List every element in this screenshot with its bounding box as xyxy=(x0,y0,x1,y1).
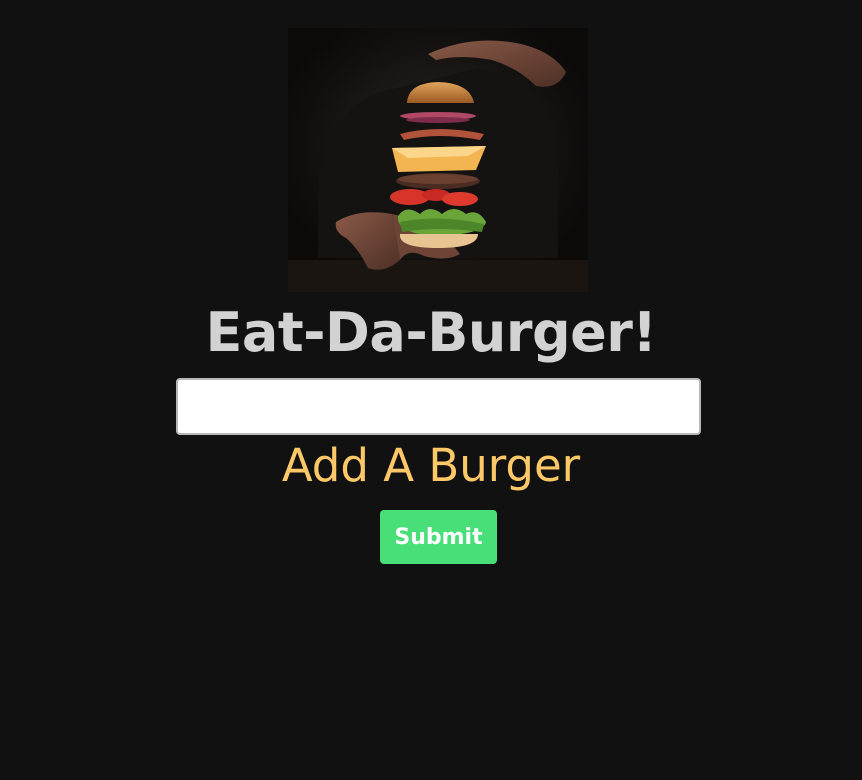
burger-hero-image xyxy=(288,28,588,292)
burger-illustration xyxy=(288,28,588,292)
burger-name-input[interactable] xyxy=(176,378,701,435)
page-title: Eat-Da-Burger! xyxy=(205,301,658,364)
add-burger-label: Add A Burger xyxy=(281,439,581,492)
submit-button[interactable]: Submit xyxy=(380,510,497,564)
page: Eat-Da-Burger! Add A Burger Submit xyxy=(0,0,862,780)
